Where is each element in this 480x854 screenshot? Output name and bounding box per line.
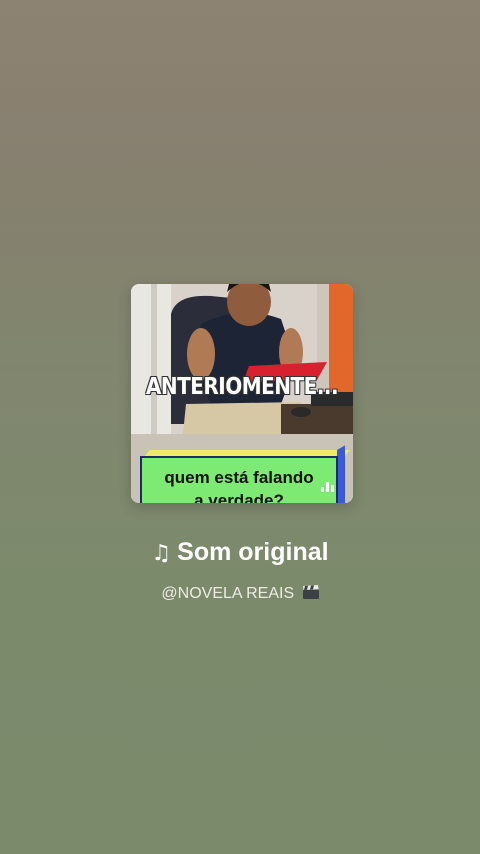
cover-caption-line-2: a verdade? — [194, 491, 284, 503]
audio-equalizer-icon — [321, 478, 337, 492]
caption-box-side-edge — [337, 445, 345, 503]
sound-cover-thumbnail[interactable]: ANTERIOMENTE... quem está falando a verd… — [131, 284, 353, 503]
sound-author: @NOVELA REAIS — [161, 585, 295, 602]
cover-overlay-text: ANTERIOMENTE... — [145, 372, 339, 400]
cover-caption: quem está falando a verdade? — [140, 466, 338, 503]
sound-author-row[interactable]: @NOVELA REAIS — [0, 585, 480, 603]
clapper-board-icon — [302, 585, 319, 599]
sound-title: Som original — [177, 538, 329, 566]
cover-caption-line-1: quem está falando — [164, 468, 314, 487]
sound-title-row[interactable]: ♫ Som original — [0, 538, 480, 567]
music-note-icon: ♫ — [151, 541, 172, 566]
